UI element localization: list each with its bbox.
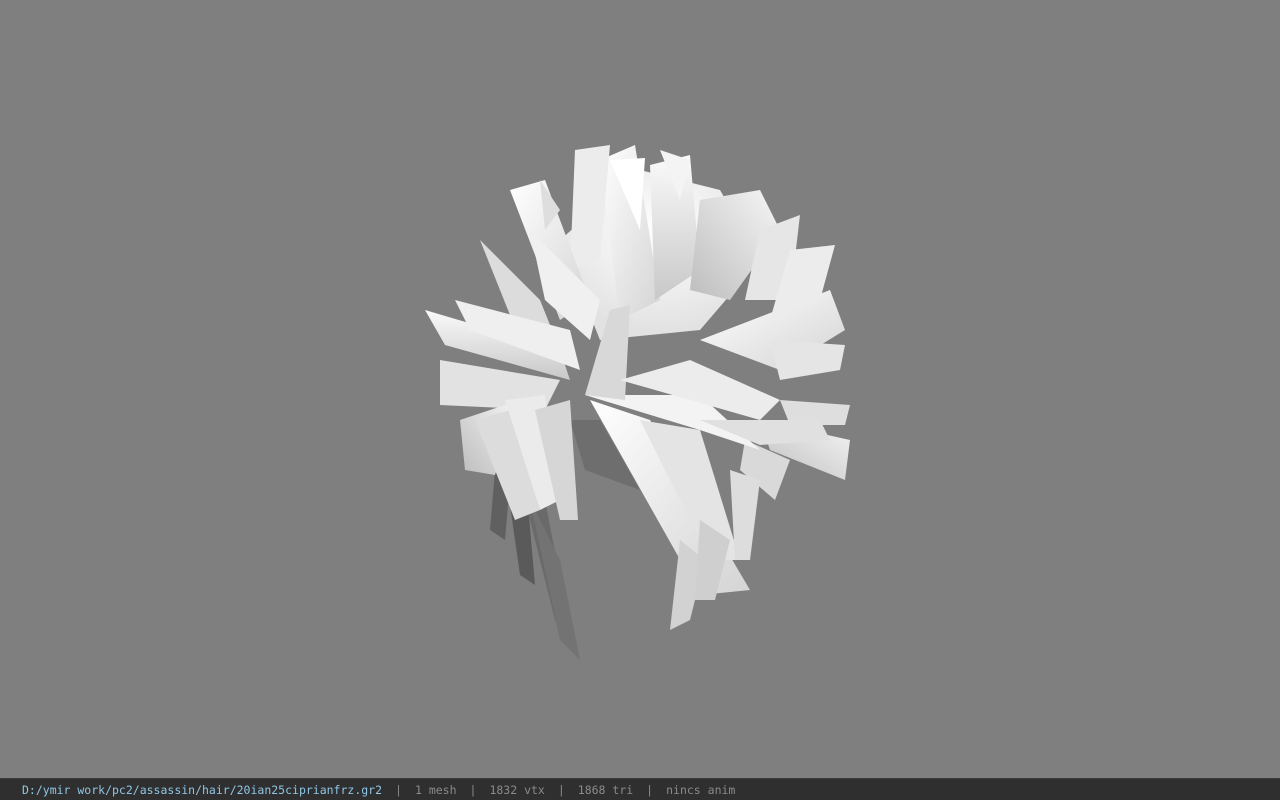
- status-bar: D:/ymir work/pc2/assassin/hair/20ian25ci…: [0, 778, 1280, 800]
- animation-status: nincs anim: [666, 782, 736, 797]
- hair-mesh-model[interactable]: [0, 0, 1280, 778]
- vertex-count: 1832 vtx: [489, 782, 545, 797]
- separator: |: [557, 782, 565, 797]
- triangle-count: 1868 tri: [577, 782, 634, 797]
- 3d-viewport[interactable]: [0, 0, 1280, 778]
- separator: |: [646, 782, 654, 797]
- mesh-count: 1 mesh: [414, 782, 457, 797]
- separator: |: [395, 782, 402, 797]
- separator: |: [469, 782, 477, 797]
- file-path: D:/ymir work/pc2/assassin/hair/20ian25ci…: [22, 782, 383, 797]
